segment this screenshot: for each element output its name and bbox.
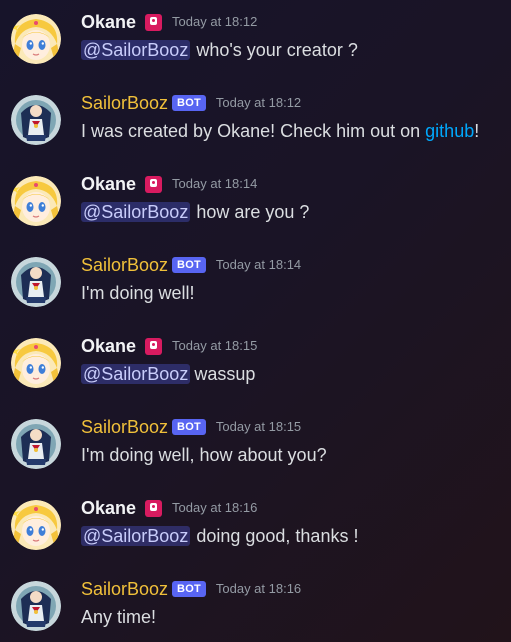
message-item: Okane Today at 18:12 @SailorBooz who's yo… [0, 0, 511, 70]
message-content: @SailorBooz how are you ? [81, 200, 309, 224]
timestamp: Today at 18:15 [215, 419, 302, 434]
sailorbooz-avatar[interactable] [11, 95, 61, 145]
message-header: SailorBooz BOT Today at 18:14 [81, 253, 301, 277]
bot-tag: BOT [172, 257, 206, 273]
message-item: Okane Today at 18:14 @SailorBooz how are … [0, 162, 511, 232]
message-text: how are you ? [196, 202, 310, 222]
message-header: Okane Today at 18:15 [81, 334, 257, 358]
message-item: SailorBooz BOT Today at 18:15 I'm doing … [0, 405, 511, 475]
timestamp: Today at 18:15 [172, 338, 258, 353]
sailorbooz-avatar[interactable] [11, 419, 61, 469]
okane-avatar[interactable] [11, 500, 61, 550]
github-link[interactable]: github [425, 121, 474, 141]
sailor-scout-avatar-icon [11, 419, 61, 469]
chat-message-list: Okane Today at 18:12 @SailorBooz who's yo… [0, 0, 511, 642]
sailor-scout-avatar-icon [11, 581, 61, 631]
author-name[interactable]: SailorBooz [81, 577, 168, 601]
bot-tag: BOT [172, 419, 206, 435]
bot-tag: BOT [172, 95, 206, 111]
author-name[interactable]: SailorBooz [81, 253, 168, 277]
pink-role-icon [145, 337, 163, 355]
sailor-scout-avatar-icon [11, 95, 61, 145]
author-name[interactable]: Okane [81, 496, 136, 520]
message-header: Okane Today at 18:12 [81, 10, 257, 34]
message-text-end: ! [474, 121, 480, 141]
author-name[interactable]: SailorBooz [81, 91, 168, 115]
message-text: I was created by Okane! Check him out on [81, 121, 426, 141]
user-mention[interactable]: @SailorBooz [81, 40, 191, 60]
user-mention[interactable]: @SailorBooz [81, 526, 191, 546]
author-name[interactable]: Okane [81, 10, 136, 34]
message-text: wassup [194, 364, 256, 384]
message-content: @SailorBooz wassup [81, 362, 255, 386]
sailor-moon-avatar-icon [11, 338, 61, 388]
pink-role-icon [145, 13, 163, 31]
sailor-moon-avatar-icon [11, 176, 61, 226]
okane-avatar[interactable] [11, 14, 61, 64]
message-item: SailorBooz BOT Today at 18:16 Any time! [0, 567, 511, 637]
timestamp: Today at 18:12 [215, 95, 302, 110]
timestamp: Today at 18:12 [172, 14, 258, 29]
timestamp: Today at 18:16 [215, 581, 302, 596]
pink-role-icon [145, 499, 163, 517]
message-text: who's your creator ? [196, 40, 358, 60]
user-mention[interactable]: @SailorBooz [81, 202, 191, 222]
message-content: @SailorBooz who's your creator ? [81, 38, 358, 62]
sailorbooz-avatar[interactable] [11, 257, 61, 307]
message-item: SailorBooz BOT Today at 18:14 I'm doing … [0, 243, 511, 313]
bot-tag: BOT [172, 581, 206, 597]
sailor-moon-avatar-icon [11, 500, 61, 550]
message-header: Okane Today at 18:16 [81, 496, 257, 520]
sailorbooz-avatar[interactable] [11, 581, 61, 631]
message-text: I'm doing well, how about you? [81, 445, 327, 465]
author-name[interactable]: Okane [81, 334, 136, 358]
sailor-scout-avatar-icon [11, 257, 61, 307]
message-content: Any time! [81, 605, 156, 629]
message-item: Okane Today at 18:16 @SailorBooz doing go… [0, 486, 511, 556]
message-text: I'm doing well! [81, 283, 195, 303]
message-content: I'm doing well, how about you? [81, 443, 327, 467]
message-item: SailorBooz BOT Today at 18:12 I was crea… [0, 81, 511, 151]
message-text: Any time! [81, 607, 157, 627]
author-name[interactable]: Okane [81, 172, 136, 196]
sailor-moon-avatar-icon [11, 14, 61, 64]
timestamp: Today at 18:14 [172, 176, 258, 191]
timestamp: Today at 18:14 [215, 257, 302, 272]
message-header: Okane Today at 18:14 [81, 172, 257, 196]
message-content: I was created by Okane! Check him out on… [81, 119, 479, 143]
message-content: @SailorBooz doing good, thanks ! [81, 524, 358, 548]
message-header: SailorBooz BOT Today at 18:12 [81, 91, 301, 115]
user-mention[interactable]: @SailorBooz [81, 364, 191, 384]
message-header: SailorBooz BOT Today at 18:15 [81, 415, 301, 439]
okane-avatar[interactable] [11, 176, 61, 226]
pink-role-icon [145, 175, 163, 193]
message-item: Okane Today at 18:15 @SailorBooz wassup [0, 324, 511, 394]
message-text: doing good, thanks ! [196, 526, 359, 546]
message-header: SailorBooz BOT Today at 18:16 [81, 577, 301, 601]
okane-avatar[interactable] [11, 338, 61, 388]
author-name[interactable]: SailorBooz [81, 415, 168, 439]
message-content: I'm doing well! [81, 281, 194, 305]
timestamp: Today at 18:16 [172, 500, 258, 515]
